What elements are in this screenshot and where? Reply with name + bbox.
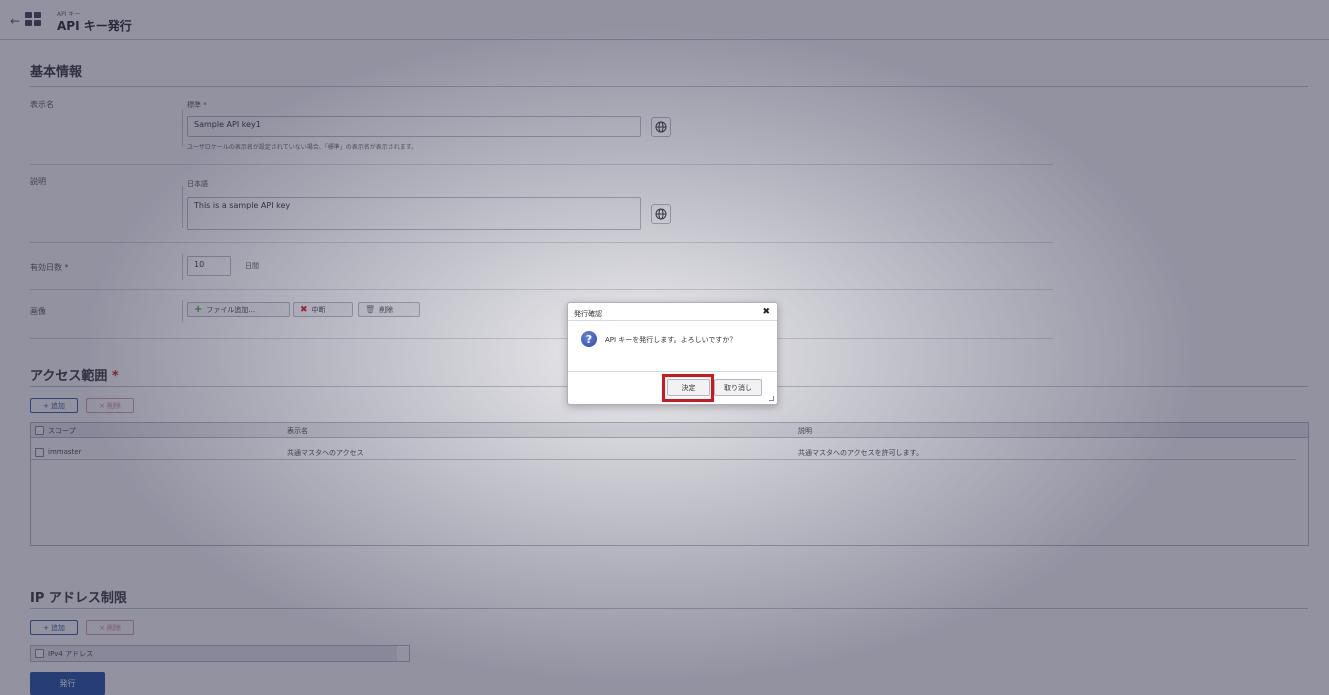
description-globe-button[interactable] <box>651 204 671 224</box>
ip-table: IPv4 アドレス <box>30 645 410 662</box>
plus-icon: + <box>43 623 49 632</box>
valid-days-unit: 日間 <box>245 262 259 270</box>
row-checkbox[interactable] <box>35 448 44 457</box>
trash-icon: 🗑 <box>365 305 376 314</box>
description-label: 説明 <box>30 177 46 186</box>
field-guide-line <box>182 186 183 228</box>
image-label: 画像 <box>30 307 46 316</box>
scope-cell: immaster <box>48 448 82 456</box>
globe-icon <box>655 121 667 133</box>
display-name-input[interactable]: Sample API key1 <box>187 116 641 137</box>
field-guide-line <box>182 254 183 280</box>
description-cell: 共通マスタへのアクセスを許可します。 <box>798 449 923 457</box>
display-name-globe-button[interactable] <box>651 117 671 137</box>
add-file-label: ファイル追加... <box>206 305 256 314</box>
back-arrow-icon[interactable]: ← <box>10 14 20 28</box>
scope-delete-button[interactable]: × 削除 <box>86 398 134 413</box>
scope-table-header: スコープ 表示名 説明 <box>31 423 1308 438</box>
cancel-upload-label: 中断 <box>311 305 326 314</box>
scope-add-label: 追加 <box>50 401 65 410</box>
dialog-divider <box>568 371 777 372</box>
globe-icon <box>655 208 667 220</box>
scope-add-button[interactable]: + 追加 <box>30 398 78 413</box>
select-all-checkbox[interactable] <box>35 649 44 658</box>
ip-restriction-title: IP アドレス制限 <box>30 591 127 606</box>
field-guide-line <box>182 300 183 322</box>
dialog-message: API キーを発行します。よろしいですか？ <box>605 336 737 344</box>
plus-icon: + <box>194 304 203 315</box>
resize-grip-icon[interactable] <box>769 396 774 401</box>
valid-days-label: 有効日数 * <box>30 263 69 272</box>
description-textarea[interactable]: This is a sample API key <box>187 197 641 230</box>
row-divider <box>30 338 1053 339</box>
ip-delete-button[interactable]: × 削除 <box>86 620 134 635</box>
page-header: ← API キー API キー発行 <box>0 0 1329 40</box>
column-header[interactable]: 説明 <box>798 426 812 436</box>
add-file-button[interactable]: + ファイル追加... <box>187 302 290 317</box>
row-divider <box>30 164 1053 165</box>
ip-delete-label: 削除 <box>106 623 121 632</box>
valid-days-input[interactable]: 10 <box>187 256 231 276</box>
ip-add-label: 追加 <box>50 623 65 632</box>
page-title: API キー発行 <box>57 19 132 33</box>
access-scope-title: アクセス範囲 * <box>30 365 119 384</box>
description-locale-label: 日本語 <box>187 180 208 188</box>
apps-grid-icon <box>25 12 41 26</box>
column-header[interactable]: IPv4 アドレス <box>48 649 93 659</box>
ip-table-header: IPv4 アドレス <box>31 646 397 661</box>
section-divider <box>30 608 1308 609</box>
column-header[interactable]: 表示名 <box>287 426 308 436</box>
close-icon[interactable]: ✖ <box>762 307 770 317</box>
plus-icon: + <box>43 401 49 410</box>
dialog-title: 発行確認 <box>574 310 602 318</box>
confirm-cancel-button[interactable]: 取り消し <box>714 379 762 396</box>
access-scope-title-text: アクセス範囲 <box>30 369 108 384</box>
scope-delete-label: 削除 <box>106 401 121 410</box>
delete-file-label: 削除 <box>379 305 394 314</box>
section-divider <box>30 86 1308 87</box>
display-name-label: 表示名 <box>30 100 54 109</box>
required-mark: * <box>111 369 119 384</box>
ip-add-button[interactable]: + 追加 <box>30 620 78 635</box>
display-name-hint: ユーザロケールの表示名が設定されていない場合、「標準」の表示名が表示されます。 <box>187 144 418 151</box>
row-divider <box>30 242 1053 243</box>
table-row[interactable]: immaster 共通マスタへのアクセス 共通マスタへのアクセスを許可します。 <box>31 445 1296 460</box>
basic-info-title: 基本情報 <box>30 65 83 80</box>
dialog-divider <box>568 320 777 321</box>
close-icon: × <box>99 401 105 410</box>
close-icon: ✖ <box>300 304 308 315</box>
field-guide-line <box>182 110 183 146</box>
display-name-cell: 共通マスタへのアクセス <box>287 449 364 457</box>
column-header[interactable]: スコープ <box>48 426 76 436</box>
issue-button[interactable]: 発行 <box>30 672 105 695</box>
close-icon: × <box>99 623 105 632</box>
delete-file-button[interactable]: 🗑 削除 <box>358 302 420 317</box>
highlight-box <box>662 374 714 402</box>
display-name-locale-label: 標準 * <box>187 101 207 109</box>
row-divider <box>30 289 1053 290</box>
question-icon: ? <box>581 331 597 347</box>
cancel-upload-button[interactable]: ✖ 中断 <box>293 302 353 317</box>
select-all-checkbox[interactable] <box>35 426 44 435</box>
scope-table: スコープ 表示名 説明 immaster 共通マスタへのアクセス 共通マスタへの… <box>30 422 1309 546</box>
